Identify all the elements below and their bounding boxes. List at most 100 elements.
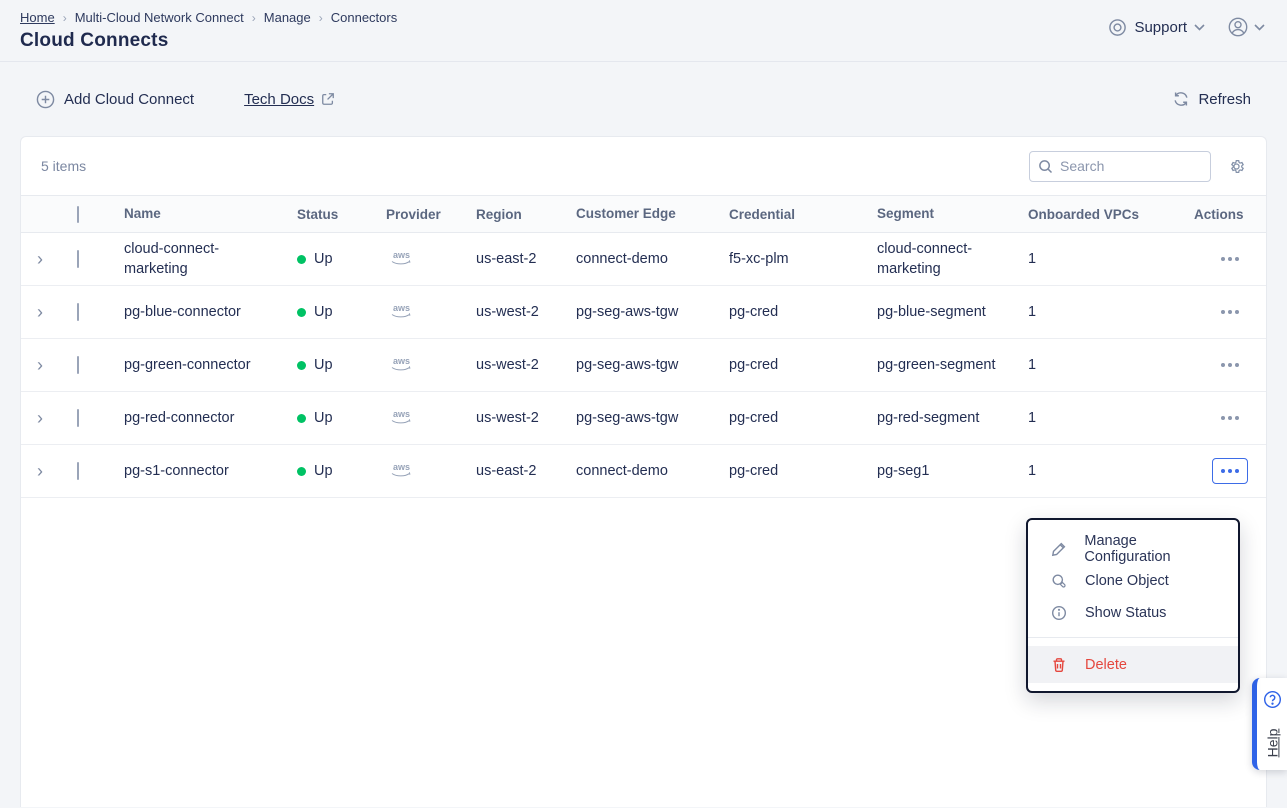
row-expand-chevron-icon[interactable]: › (37, 461, 43, 481)
cell-region: us-west-2 (476, 304, 576, 320)
column-header-status: Status (297, 207, 386, 222)
refresh-button[interactable]: Refresh (1172, 90, 1251, 108)
breadcrumb-separator-icon: › (63, 11, 67, 25)
cell-status: Up (297, 463, 386, 479)
cell-customer-edge: connect-demo (576, 461, 729, 481)
info-circle-icon (1050, 605, 1068, 621)
cell-region: us-west-2 (476, 357, 576, 373)
column-header-actions: Actions (1194, 207, 1266, 222)
avatar-icon (1227, 16, 1249, 38)
row-checkbox[interactable] (77, 462, 79, 480)
aws-provider-icon: aws (386, 461, 476, 481)
cell-onboarded-vpcs: 1 (1028, 251, 1194, 267)
cell-name: cloud-connect-marketing (124, 239, 297, 279)
row-expand-chevron-icon[interactable]: › (37, 302, 43, 322)
cell-name: pg-blue-connector (124, 302, 297, 322)
cell-provider: aws (386, 302, 476, 322)
cell-status: Up (297, 410, 386, 426)
breadcrumb-separator-icon: › (319, 11, 323, 25)
breadcrumb-manage[interactable]: Manage (264, 10, 311, 25)
breadcrumb-connectors[interactable]: Connectors (331, 10, 397, 25)
column-header-region: Region (476, 207, 576, 222)
cell-name: pg-red-connector (124, 408, 297, 428)
gear-icon[interactable] (1227, 157, 1246, 176)
chevron-down-icon (1254, 24, 1265, 31)
menu-divider (1028, 637, 1238, 638)
aws-provider-icon: aws (386, 408, 476, 428)
cell-segment: pg-green-segment (877, 355, 1028, 375)
row-checkbox[interactable] (77, 250, 79, 268)
support-label: Support (1134, 19, 1187, 36)
table-body: › cloud-connect-marketing Up aws us-e (21, 233, 1266, 498)
cell-name: pg-s1-connector (124, 461, 297, 481)
cell-onboarded-vpcs: 1 (1028, 410, 1194, 426)
cell-customer-edge: connect-demo (576, 249, 729, 269)
items-count: 5 items (41, 158, 86, 174)
cell-customer-edge: pg-seg-aws-tgw (576, 302, 729, 322)
row-checkbox[interactable] (77, 303, 79, 321)
menu-item-show-status[interactable]: Show Status (1028, 597, 1238, 629)
column-header-provider: Provider (386, 207, 476, 222)
table-row: › pg-red-connector Up aws us-west-2 (21, 392, 1266, 445)
cell-status: Up (297, 357, 386, 373)
cell-name: pg-green-connector (124, 355, 297, 375)
svg-text:aws: aws (393, 303, 410, 313)
status-up-dot-icon (297, 414, 306, 423)
column-header-name: Name (124, 204, 297, 224)
select-all-checkbox[interactable] (77, 206, 79, 223)
breadcrumb-mcn-connect[interactable]: Multi-Cloud Network Connect (75, 10, 244, 25)
cell-onboarded-vpcs: 1 (1028, 463, 1194, 479)
svg-text:aws: aws (393, 409, 410, 419)
row-actions-button[interactable] (1212, 352, 1248, 378)
row-actions-button[interactable] (1212, 405, 1248, 431)
menu-item-label: Delete (1085, 657, 1127, 673)
cell-segment: pg-seg1 (877, 461, 1028, 481)
svg-text:aws: aws (393, 462, 410, 472)
menu-item-label: Manage Configuration (1084, 533, 1222, 565)
column-header-credential: Credential (729, 207, 877, 222)
cloud-connects-table-card: 5 items Name Status (20, 136, 1267, 807)
row-checkbox[interactable] (77, 356, 79, 374)
cell-status: Up (297, 304, 386, 320)
page-title: Cloud Connects (20, 30, 1267, 52)
menu-item-manage-configuration[interactable]: Manage Configuration (1028, 533, 1238, 565)
cell-status: Up (297, 251, 386, 267)
breadcrumb-home[interactable]: Home (20, 10, 55, 25)
menu-item-delete[interactable]: Delete (1028, 646, 1238, 683)
column-header-segment: Segment (877, 204, 1028, 224)
help-tab[interactable]: Help (1252, 678, 1287, 770)
add-cloud-connect-button[interactable]: Add Cloud Connect (36, 90, 194, 109)
cell-segment: pg-blue-segment (877, 302, 1028, 322)
breadcrumb-separator-icon: › (252, 11, 256, 25)
cell-provider: aws (386, 249, 476, 269)
topbar-right: Support (1108, 16, 1265, 38)
row-expand-chevron-icon[interactable]: › (37, 249, 43, 269)
add-cloud-connect-label: Add Cloud Connect (64, 91, 194, 108)
tech-docs-link[interactable]: Tech Docs (244, 91, 335, 108)
aws-provider-icon: aws (386, 302, 476, 322)
svg-text:aws: aws (393, 356, 410, 366)
search-input[interactable] (1060, 158, 1190, 174)
status-up-dot-icon (297, 308, 306, 317)
table-row: › cloud-connect-marketing Up aws us-e (21, 233, 1266, 286)
row-actions-button[interactable] (1212, 299, 1248, 325)
cell-region: us-east-2 (476, 463, 576, 479)
row-expand-chevron-icon[interactable]: › (37, 355, 43, 375)
row-actions-context-menu: Manage Configuration Clone Object Show S… (1026, 518, 1240, 693)
row-checkbox[interactable] (77, 409, 79, 427)
life-ring-icon (1108, 18, 1127, 37)
row-actions-button[interactable] (1212, 246, 1248, 272)
menu-item-clone-object[interactable]: Clone Object (1028, 565, 1238, 597)
row-actions-button[interactable] (1212, 458, 1248, 484)
account-menu[interactable] (1227, 16, 1265, 38)
status-up-dot-icon (297, 255, 306, 264)
cell-onboarded-vpcs: 1 (1028, 304, 1194, 320)
menu-item-label: Show Status (1085, 605, 1166, 621)
clone-icon (1050, 573, 1068, 589)
cell-credential: pg-cred (729, 304, 877, 320)
aws-provider-icon: aws (386, 355, 476, 375)
support-menu[interactable]: Support (1108, 18, 1205, 37)
row-expand-chevron-icon[interactable]: › (37, 408, 43, 428)
svg-text:aws: aws (393, 250, 410, 260)
cell-credential: pg-cred (729, 410, 877, 426)
